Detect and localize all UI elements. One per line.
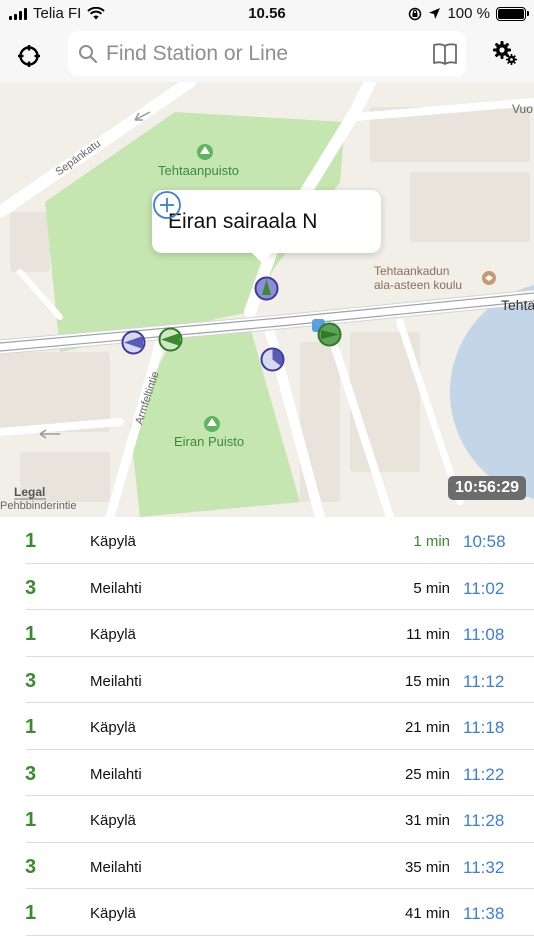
departure-row[interactable]: 3 Meilahti 5 min 11:02 bbox=[0, 564, 534, 611]
departure-row[interactable]: 1 Käpylä 31 min 11:28 bbox=[0, 796, 534, 843]
departure-time: 11:02 bbox=[463, 578, 505, 598]
line-number: 1 bbox=[25, 530, 37, 552]
departure-row[interactable]: 3 Meilahti 25 min 11:22 bbox=[0, 750, 534, 797]
tram-stop-marker-selected[interactable] bbox=[254, 276, 279, 301]
map-view[interactable]: Tehtaanpuisto Eiran Puisto Tehtaankadun … bbox=[0, 82, 534, 517]
destination: Käpylä bbox=[90, 905, 136, 922]
destination: Käpylä bbox=[90, 626, 136, 643]
line-number: 3 bbox=[25, 855, 37, 878]
settings-button[interactable] bbox=[492, 40, 518, 66]
minutes-until: 15 min bbox=[404, 672, 450, 690]
park-label-north: Tehtaanpuisto bbox=[158, 163, 239, 178]
plus-circle-icon[interactable] bbox=[152, 190, 182, 220]
school-label: Tehtaankadun ala-asteen koulu bbox=[374, 264, 463, 292]
destination: Käpylä bbox=[90, 812, 136, 829]
departure-time: 11:18 bbox=[463, 718, 505, 737]
signal-icon bbox=[9, 7, 27, 20]
line-number: 1 bbox=[25, 809, 37, 831]
minutes-until: 35 min bbox=[404, 858, 450, 876]
line-number: 3 bbox=[25, 669, 37, 692]
legal-link[interactable]: Legal bbox=[14, 485, 45, 499]
status-left: Telia FI bbox=[9, 5, 106, 22]
orientation-lock-icon bbox=[409, 7, 422, 20]
minutes-until: 1 min bbox=[413, 533, 450, 550]
status-bar: Telia FI 10.56 100 % bbox=[0, 0, 534, 28]
departure-time: 11:12 bbox=[463, 671, 505, 691]
minutes-until: 5 min bbox=[413, 579, 450, 597]
destination: Käpylä bbox=[90, 719, 136, 736]
line-number: 1 bbox=[25, 623, 37, 645]
carrier-name: Telia FI bbox=[33, 5, 82, 22]
book-icon bbox=[433, 43, 457, 65]
departures-list: 1 Käpylä 1 min 10:58 3 Meilahti 5 min 11:02 1 Käp… bbox=[0, 517, 534, 936]
tram-stop-marker-west-green[interactable] bbox=[158, 327, 183, 352]
stop-callout[interactable]: Eiran sairaala N bbox=[152, 190, 381, 263]
street-label-vuo: Vuo bbox=[512, 102, 533, 116]
street-label-bottom: Pehbbinderintie bbox=[0, 500, 77, 512]
minutes-until: 41 min bbox=[404, 905, 450, 922]
minutes-until: 21 min bbox=[404, 719, 450, 736]
destination: Käpylä bbox=[90, 533, 136, 550]
departure-time: 11:32 bbox=[463, 857, 505, 877]
map-clock-badge: 10:56:29 bbox=[448, 476, 526, 500]
status-right: 100 % bbox=[408, 5, 529, 22]
departure-time: 10:58 bbox=[463, 532, 506, 551]
departure-row[interactable]: 1 Käpylä 41 min 11:38 bbox=[0, 889, 534, 936]
search-input[interactable] bbox=[106, 41, 416, 66]
minutes-until: 25 min bbox=[404, 765, 450, 783]
destination: Meilahti bbox=[90, 579, 142, 597]
destination: Meilahti bbox=[90, 765, 142, 783]
top-toolbar bbox=[0, 28, 534, 82]
destination: Meilahti bbox=[90, 858, 142, 876]
search-bar[interactable] bbox=[68, 31, 466, 76]
tram-stop-marker-south[interactable] bbox=[260, 347, 285, 372]
location-arrow-icon bbox=[429, 8, 441, 19]
crosshair-icon bbox=[18, 45, 40, 67]
departure-row[interactable]: 3 Meilahti 15 min 11:12 bbox=[0, 657, 534, 704]
departure-row[interactable]: 1 Käpylä 21 min 11:18 bbox=[0, 703, 534, 750]
line-number: 1 bbox=[25, 902, 37, 924]
search-icon bbox=[78, 43, 100, 65]
battery-percent: 100 % bbox=[447, 5, 490, 22]
tram-stop-marker-west-blue[interactable] bbox=[121, 330, 146, 355]
departure-row[interactable]: 1 Käpylä 1 min 10:58 bbox=[0, 517, 534, 564]
departure-time: 11:38 bbox=[463, 904, 505, 923]
book-button[interactable] bbox=[432, 41, 458, 67]
battery-icon bbox=[496, 6, 529, 21]
line-number: 1 bbox=[25, 716, 37, 738]
street-label-tehta: Tehta bbox=[501, 297, 534, 313]
destination: Meilahti bbox=[90, 672, 142, 690]
departure-time: 11:22 bbox=[463, 764, 505, 784]
departure-time: 11:28 bbox=[463, 811, 505, 830]
departure-row[interactable]: 1 Käpylä 11 min 11:08 bbox=[0, 610, 534, 657]
gear-icon bbox=[493, 41, 517, 65]
battery-level bbox=[498, 8, 524, 19]
locate-button[interactable] bbox=[14, 41, 44, 71]
tram-stop-marker-east[interactable] bbox=[317, 322, 342, 347]
minutes-until: 11 min bbox=[406, 626, 450, 643]
departure-time: 11:08 bbox=[463, 625, 505, 644]
park-label-south: Eiran Puisto bbox=[174, 434, 245, 449]
departure-row[interactable]: 3 Meilahti 35 min 11:32 bbox=[0, 843, 534, 890]
line-number: 3 bbox=[25, 576, 37, 599]
minutes-until: 31 min bbox=[404, 812, 450, 829]
wifi-icon bbox=[87, 7, 106, 20]
callout-title: Eiran sairaala N bbox=[168, 209, 318, 233]
line-number: 3 bbox=[25, 762, 37, 785]
